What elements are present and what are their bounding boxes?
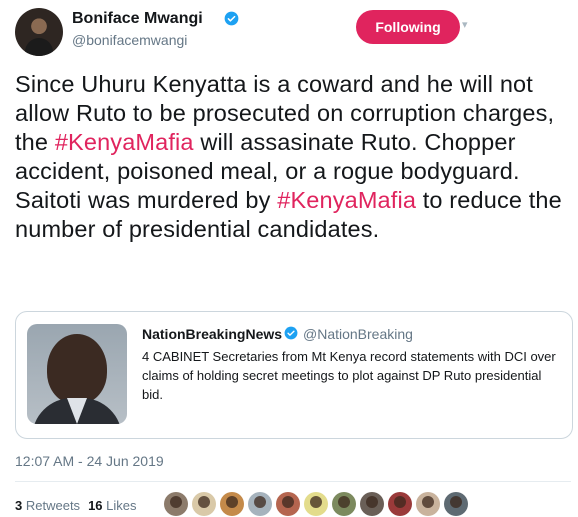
liker-avatar[interactable] [304,492,328,516]
tweet-text: Since Uhuru Kenyatta is a coward and he … [15,70,570,244]
liker-avatar[interactable] [332,492,356,516]
quoted-author-name: NationBreakingNews [142,326,283,342]
liker-avatar[interactable] [276,492,300,516]
likes-count[interactable]: 16 [88,498,102,513]
liker-avatar[interactable] [164,492,188,516]
tweet-stats: 3 Retweets 16 Likes [15,498,137,513]
liker-avatar[interactable] [360,492,384,516]
liker-avatar[interactable] [192,492,216,516]
author-handle[interactable]: @bonifacemwangi [72,31,187,49]
verified-badge-icon [224,11,239,26]
author-display-name[interactable]: Boniface Mwangi [72,9,203,29]
divider [15,481,571,482]
quoted-tweet-thumbnail [27,324,127,424]
author-avatar[interactable] [15,8,63,56]
following-button[interactable]: Following [356,10,460,44]
chevron-down-icon[interactable]: ▾ [462,18,474,31]
liker-avatar[interactable] [248,492,272,516]
liker-avatars [164,492,468,516]
liker-avatar[interactable] [416,492,440,516]
hashtag-link[interactable]: #KenyaMafia [55,129,194,155]
quoted-tweet-card[interactable]: NationBreakingNews @NationBreaking 4 CAB… [15,311,573,439]
liker-avatar[interactable] [220,492,244,516]
hashtag-link[interactable]: #KenyaMafia [277,187,416,213]
liker-avatar[interactable] [444,492,468,516]
quoted-tweet-text: 4 CABINET Secretaries from Mt Kenya reco… [142,349,556,402]
retweets-count[interactable]: 3 [15,498,22,513]
likes-label[interactable]: Likes [106,498,136,513]
retweets-label[interactable]: Retweets [26,498,80,513]
verified-badge-icon [284,326,298,340]
tweet-timestamp[interactable]: 12:07 AM - 24 Jun 2019 [15,453,164,469]
quoted-author-handle: @NationBreaking [303,326,413,342]
liker-avatar[interactable] [388,492,412,516]
